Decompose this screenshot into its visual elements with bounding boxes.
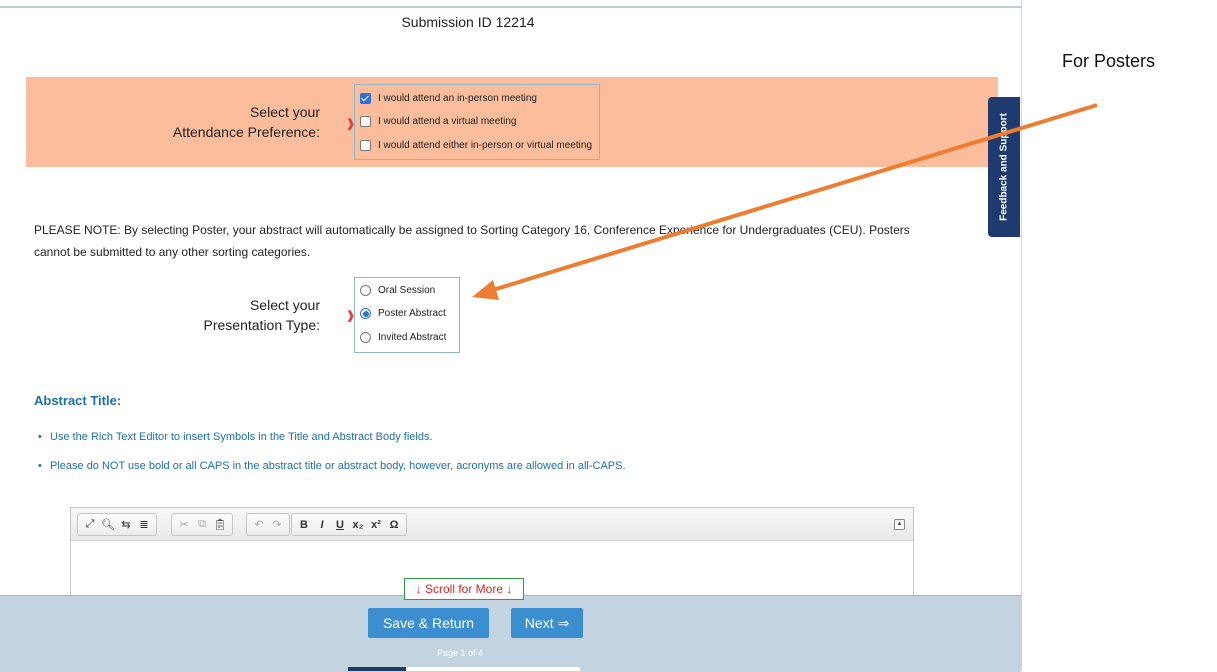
annotation-arrow — [472, 103, 1098, 300]
arrow-head — [472, 280, 499, 300]
arrow-shaft — [482, 103, 1098, 295]
